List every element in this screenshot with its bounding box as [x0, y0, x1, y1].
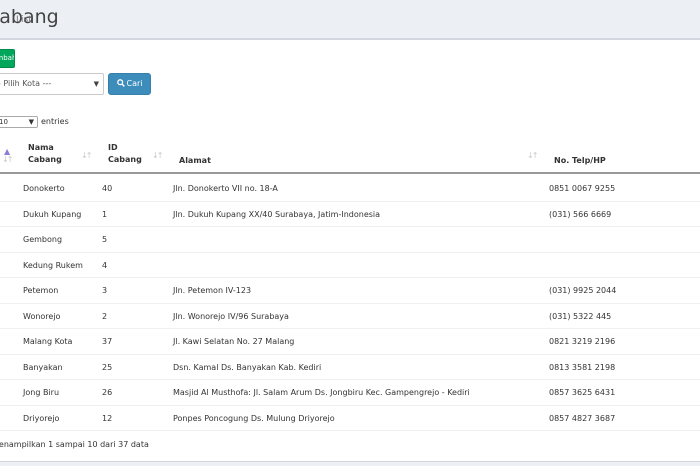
page-length-select[interactable]: 10 ▼	[0, 116, 38, 128]
table-row: Jong Biru 26 Masjid Al Musthofa: Jl. Salam…	[0, 380, 700, 406]
table-row: Petemon 3 Jln. Petemon IV-123 (031) 9925 20…	[0, 278, 700, 304]
cell-id: 12	[102, 413, 113, 423]
cell-id: 5	[102, 235, 108, 244]
cell-id: 4	[102, 260, 108, 270]
cell-id: 37	[102, 337, 113, 346]
sort-icon: ↓↑	[527, 151, 538, 160]
table-row: Wonorejo 2 Jln. Wonorejo IV/96 Surabaya (03…	[0, 304, 700, 329]
cell-alamat: Dsn. Kamal Ds. Banyakan Kab. Kediri	[173, 362, 322, 372]
cell-nama: Jong Biru	[23, 388, 60, 397]
cell-alamat: Jln. Wonorejo IV/96 Surabaya	[173, 311, 289, 321]
cell-telp: 0857 3625 6431	[549, 388, 616, 397]
column-header-telp[interactable]: No. Telp/HP	[554, 155, 606, 167]
cell-id: 1	[102, 209, 108, 219]
sort-icon: ↓↑	[152, 151, 163, 160]
search-button-label: Cari	[126, 79, 143, 88]
table-row: Kedung Rukem 4	[0, 253, 700, 278]
cell-nama: Dukuh Kupang	[23, 209, 82, 219]
column-header-alamat[interactable]: Alamat	[179, 155, 211, 167]
cell-alamat: Jln. Petemon IV-123	[173, 286, 252, 295]
cell-nama: Gembong	[23, 235, 63, 244]
cell-nama: Driyorejo	[23, 413, 60, 423]
entries-label: entries	[41, 117, 69, 126]
column-header-nama[interactable]: Nama Cabang	[28, 142, 62, 166]
table-row: Gembong 5	[0, 227, 700, 253]
table-row: Malang Kota 37 Jl. Kawi Selatan No. 27 Mal…	[0, 329, 700, 355]
cell-telp: 0821 3219 2196	[549, 337, 616, 346]
page-length-value: 10	[0, 118, 8, 126]
search-button[interactable]: Cari	[108, 73, 151, 95]
cell-id: 2	[102, 311, 108, 321]
cell-alamat: Ponpes Poncogung Ds. Mulung Driyorejo	[173, 413, 335, 423]
cell-id: 40	[102, 184, 113, 193]
sort-icon: ↓↑	[2, 155, 13, 164]
cell-alamat: Masjid Al Musthofa: Jl. Salam Arum Ds. J…	[173, 388, 470, 397]
column-header-id[interactable]: ID Cabang	[108, 142, 142, 166]
sort-icon: ↓↑	[81, 151, 92, 160]
search-icon	[116, 79, 125, 87]
cell-nama: Petemon	[23, 286, 59, 295]
city-select-value: -- Pilih Kota ---	[0, 79, 52, 88]
cell-telp: 0813 3581 2198	[549, 362, 616, 372]
page-subtitle: List	[16, 15, 32, 25]
cell-id: 26	[102, 388, 113, 397]
table-row: Donokerto 40 Jln. Donokerto VII no. 18-A 08…	[0, 176, 700, 202]
cell-telp: (031) 566 6669	[549, 209, 612, 219]
cell-nama: Wonorejo	[23, 311, 61, 321]
table-info: Menampilkan 1 sampai 10 dari 37 data	[0, 440, 149, 449]
cell-telp: 0851 0067 9255	[549, 184, 616, 193]
add-button[interactable]: Tambah	[0, 49, 15, 68]
cell-telp: (031) 5322 445	[549, 311, 612, 321]
cell-nama: Banyakan	[23, 362, 63, 372]
cell-id: 25	[102, 362, 113, 372]
chevron-down-icon: ▼	[93, 80, 99, 88]
cell-nama: Malang Kota	[23, 337, 73, 346]
table-row: Dukuh Kupang 1 Jln. Dukuh Kupang XX/40 Sur…	[0, 202, 700, 227]
cell-nama: Donokerto	[23, 184, 65, 193]
table-row: Driyorejo 12 Ponpes Poncogung Ds. Mulung D…	[0, 406, 700, 431]
chevron-down-icon: ▼	[28, 118, 34, 126]
cell-id: 3	[102, 286, 108, 295]
cell-telp: (031) 9925 2044	[549, 286, 617, 295]
table-header: ▲ ↓↑ Nama Cabang ↓↑ ID Cabang ↓↑ Alamat …	[0, 137, 700, 174]
cell-alamat: Jln. Donokerto VII no. 18-A	[173, 184, 278, 193]
cell-nama: Kedung Rukem	[23, 260, 83, 270]
content-box: Tambah -- Pilih Kota --- ▼ Cari 10 ▼ ent…	[0, 38, 700, 462]
cell-alamat: Jln. Dukuh Kupang XX/40 Surabaya, Jatim-…	[173, 209, 381, 219]
page-header: Cabang List	[0, 0, 700, 38]
city-select[interactable]: -- Pilih Kota --- ▼	[0, 73, 104, 95]
cell-alamat: Jl. Kawi Selatan No. 27 Malang	[173, 337, 295, 346]
cell-telp: 0857 4827 3687	[549, 413, 616, 423]
table-row: Banyakan 25 Dsn. Kamal Ds. Banyakan Kab. K…	[0, 355, 700, 380]
